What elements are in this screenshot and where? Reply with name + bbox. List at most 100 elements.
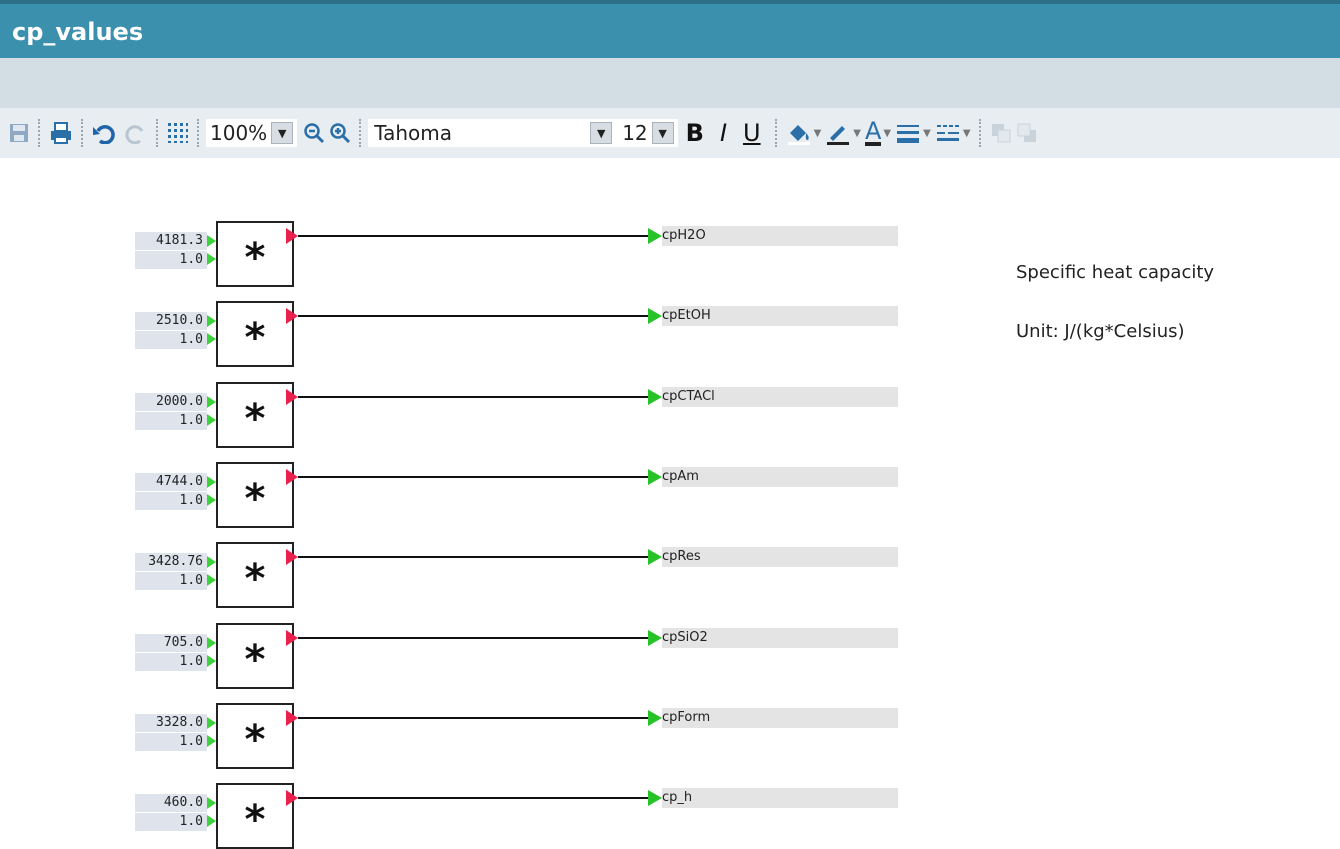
output-signal-label[interactable]: cpRes — [662, 547, 898, 567]
toolbar-separator — [156, 119, 159, 147]
output-port[interactable] — [286, 790, 298, 806]
multiply-block[interactable]: * — [216, 783, 294, 849]
output-port[interactable] — [286, 549, 298, 565]
chevron-down-icon[interactable]: ▼ — [651, 122, 674, 144]
arrow-icon — [648, 469, 662, 485]
multiply-block[interactable]: * — [216, 703, 294, 769]
save-icon[interactable] — [8, 118, 30, 148]
output-port[interactable] — [286, 228, 298, 244]
print-icon[interactable] — [49, 118, 73, 148]
connection-wire[interactable] — [298, 797, 650, 799]
connection-wire[interactable] — [298, 717, 650, 719]
arrow-icon — [648, 630, 662, 646]
chevron-down-icon[interactable]: ▼ — [271, 122, 294, 144]
zoom-select[interactable]: 100% ▼ — [206, 119, 298, 147]
redo-icon[interactable] — [122, 118, 148, 148]
line-color-icon[interactable]: ▼ — [825, 118, 861, 148]
output-port[interactable] — [286, 469, 298, 485]
input-value-1: 3328.0 — [135, 714, 207, 732]
zoom-value: 100% — [210, 121, 268, 145]
output-port[interactable] — [286, 389, 298, 405]
chevron-down-icon[interactable]: ▼ — [590, 122, 613, 144]
output-signal-label[interactable]: cpSiO2 — [662, 628, 898, 648]
font-family-value: Tahoma — [374, 121, 452, 145]
input-values: 2000.0 1.0 — [135, 393, 207, 430]
undo-icon[interactable] — [92, 118, 118, 148]
multiply-block-row: 460.0 1.0 * cp_h — [0, 782, 1340, 849]
connection-wire[interactable] — [298, 235, 650, 237]
multiply-block[interactable]: * — [216, 382, 294, 448]
input-port[interactable] — [207, 637, 216, 649]
input-port[interactable] — [207, 494, 216, 506]
italic-button[interactable]: I — [720, 119, 727, 147]
output-signal-label[interactable]: cpEtOH — [662, 306, 898, 326]
title-bar: cp_values — [0, 0, 1340, 58]
input-port[interactable] — [207, 333, 216, 345]
input-port[interactable] — [207, 476, 216, 488]
connection-wire[interactable] — [298, 396, 650, 398]
input-values: 3428.76 1.0 — [135, 553, 207, 590]
input-value-2: 1.0 — [135, 492, 207, 510]
multiply-block[interactable]: * — [216, 221, 294, 287]
input-value-1: 2510.0 — [135, 312, 207, 330]
bring-to-front-icon[interactable] — [990, 118, 1012, 148]
input-value-2: 1.0 — [135, 813, 207, 831]
input-value-2: 1.0 — [135, 733, 207, 751]
connection-wire[interactable] — [298, 315, 650, 317]
zoom-in-icon[interactable] — [329, 118, 351, 148]
input-values: 4744.0 1.0 — [135, 473, 207, 510]
multiply-block[interactable]: * — [216, 462, 294, 528]
input-port[interactable] — [207, 315, 216, 327]
line-style-icon[interactable]: ▼ — [935, 118, 971, 148]
annotation-unit[interactable]: Unit: J/(kg*Celsius) — [1016, 321, 1185, 342]
annotation-title[interactable]: Specific heat capacity — [1016, 262, 1214, 283]
output-signal-label[interactable]: cp_h — [662, 788, 898, 808]
input-value-2: 1.0 — [135, 572, 207, 590]
zoom-out-icon[interactable] — [303, 118, 325, 148]
output-port[interactable] — [286, 710, 298, 726]
underline-button[interactable]: U — [743, 119, 761, 147]
toolbar-separator — [978, 119, 982, 147]
input-port[interactable] — [207, 655, 216, 667]
input-port[interactable] — [207, 717, 216, 729]
multiply-block-row: 4744.0 1.0 * cpAm — [0, 461, 1340, 528]
line-width-icon[interactable]: ▼ — [895, 118, 931, 148]
output-port[interactable] — [286, 308, 298, 324]
connection-wire[interactable] — [298, 556, 650, 558]
input-port[interactable] — [207, 235, 216, 247]
bold-button[interactable]: B — [686, 119, 704, 147]
input-port[interactable] — [207, 414, 216, 426]
input-port[interactable] — [207, 253, 216, 265]
text-color-icon[interactable]: A ▼ — [865, 118, 891, 148]
connection-wire[interactable] — [298, 476, 650, 478]
fill-color-icon[interactable]: ▼ — [786, 118, 821, 148]
arrow-icon — [648, 389, 662, 405]
input-port[interactable] — [207, 574, 216, 586]
grid-icon[interactable] — [167, 118, 189, 148]
send-to-back-icon[interactable] — [1016, 118, 1038, 148]
output-signal-label[interactable]: cpCTACl — [662, 387, 898, 407]
input-value-2: 1.0 — [135, 653, 207, 671]
input-port[interactable] — [207, 556, 216, 568]
output-signal-label[interactable]: cpH2O — [662, 226, 898, 246]
window-title: cp_values — [12, 18, 144, 46]
input-port[interactable] — [207, 396, 216, 408]
output-signal-label[interactable]: cpAm — [662, 467, 898, 487]
multiply-block[interactable]: * — [216, 301, 294, 367]
multiply-block[interactable]: * — [216, 542, 294, 608]
connection-wire[interactable] — [298, 637, 650, 639]
toolbar-separator — [38, 119, 41, 147]
input-values: 4181.3 1.0 — [135, 232, 207, 269]
input-port[interactable] — [207, 815, 216, 827]
arrow-icon — [648, 710, 662, 726]
input-values: 3328.0 1.0 — [135, 714, 207, 751]
output-port[interactable] — [286, 630, 298, 646]
output-signal-label[interactable]: cpForm — [662, 708, 898, 728]
multiply-block-row: 705.0 1.0 * cpSiO2 — [0, 622, 1340, 689]
font-family-select[interactable]: Tahoma ▼ — [368, 119, 619, 147]
toolbar-separator — [81, 119, 84, 147]
input-port[interactable] — [207, 797, 216, 809]
input-port[interactable] — [207, 735, 216, 747]
font-size-select[interactable]: 12 ▼ — [618, 119, 678, 147]
multiply-block[interactable]: * — [216, 623, 294, 689]
